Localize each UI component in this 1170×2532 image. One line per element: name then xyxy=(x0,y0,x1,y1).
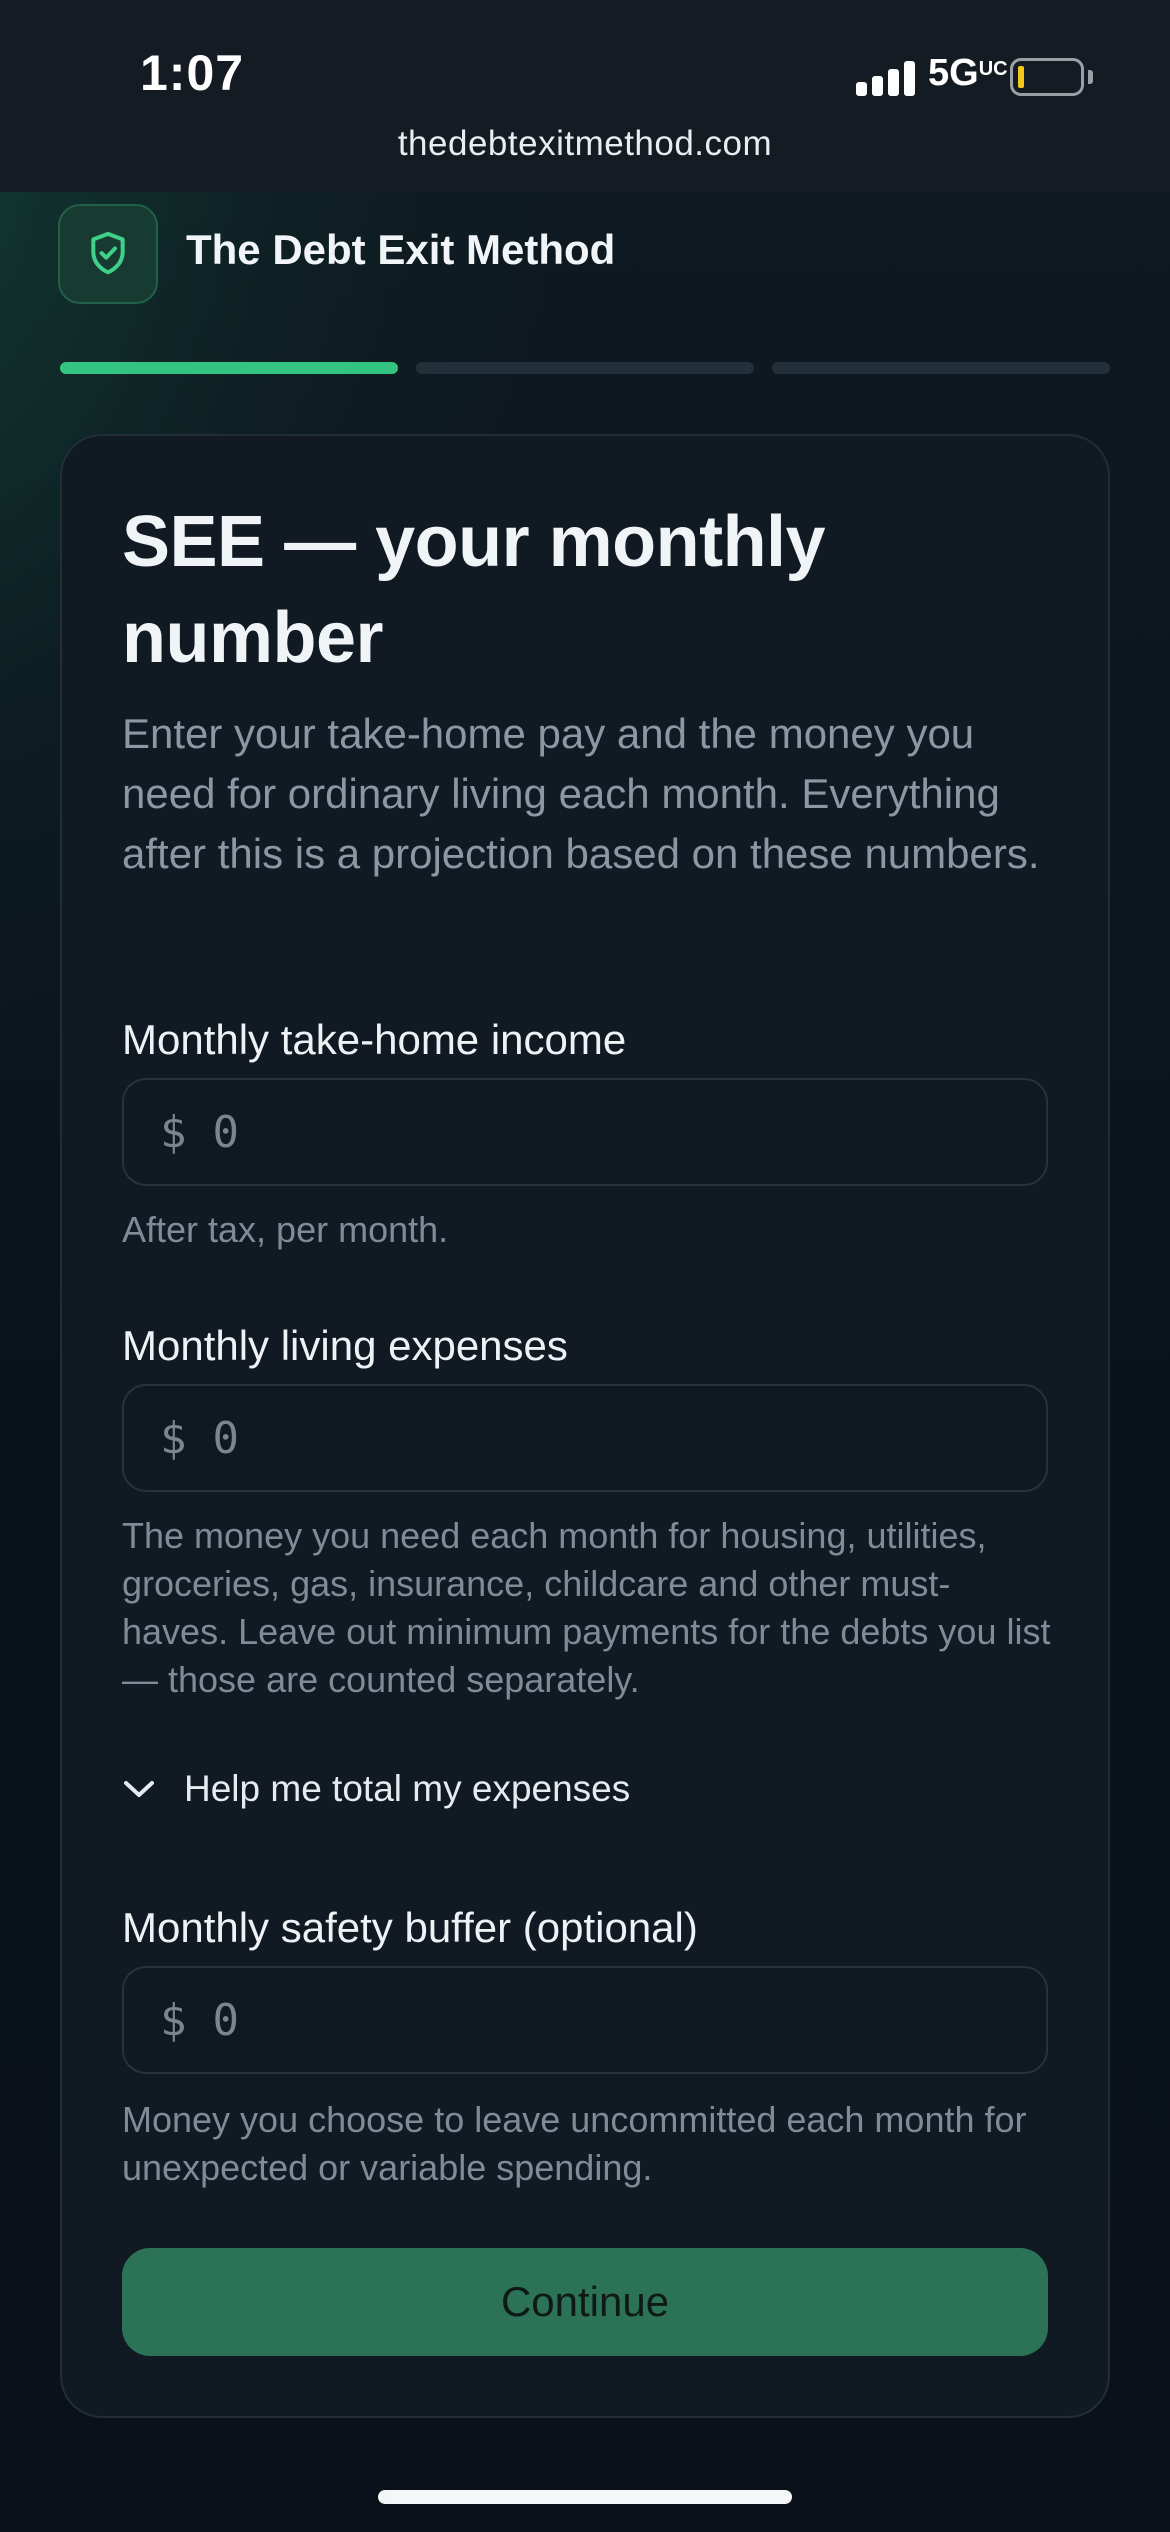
income-field[interactable]: $ xyxy=(122,1078,1048,1186)
income-input[interactable] xyxy=(212,1106,973,1158)
expenses-input[interactable] xyxy=(212,1412,973,1464)
signal-icon xyxy=(856,60,916,96)
income-label: Monthly take-home income xyxy=(122,1016,627,1063)
status-time: 1:07 xyxy=(140,45,245,101)
expenses-helper-label: Help me total my expenses xyxy=(184,1768,631,1809)
shield-check-icon xyxy=(91,231,125,275)
income-help: After tax, per month. xyxy=(122,1209,449,1250)
page-title: SEE — your monthly number xyxy=(122,502,826,678)
page: 1:07 5GUC thedebtexitmethod.com The Debt… xyxy=(0,0,1170,2532)
status-bar: 1:07 5GUC thedebtexitmethod.com xyxy=(0,0,1170,192)
battery-cap xyxy=(1088,70,1093,84)
expenses-helper-toggle[interactable]: Help me total my expenses xyxy=(122,1764,630,1814)
intro-text: Enter your take-home pay and the money y… xyxy=(122,710,1040,877)
expenses-help: The money you need each month for housin… xyxy=(122,1515,1051,1700)
home-indicator[interactable] xyxy=(378,2490,792,2504)
network-label: 5GUC xyxy=(928,52,1008,94)
currency-prefix: $ xyxy=(160,1994,187,2046)
logo xyxy=(58,204,158,304)
buffer-label: Monthly safety buffer (optional) xyxy=(122,1904,698,1951)
chevron-down-icon xyxy=(124,1781,154,1797)
progress-step-1 xyxy=(60,362,398,374)
continue-button[interactable]: Continue xyxy=(122,2248,1048,2356)
expenses-label: Monthly living expenses xyxy=(122,1322,568,1369)
url-bar[interactable]: thedebtexitmethod.com xyxy=(0,124,1170,164)
battery-icon xyxy=(1010,58,1084,96)
expenses-field[interactable]: $ xyxy=(122,1384,1048,1492)
currency-prefix: $ xyxy=(160,1106,187,1158)
brand-name: The Debt Exit Method xyxy=(186,226,616,273)
buffer-help: Money you choose to leave uncommitted ea… xyxy=(122,2099,1027,2188)
buffer-field[interactable]: $ xyxy=(122,1966,1048,2074)
currency-prefix: $ xyxy=(160,1412,187,1464)
progress-step-2 xyxy=(416,362,754,374)
progress-step-3 xyxy=(772,362,1110,374)
buffer-input[interactable] xyxy=(212,1994,973,2046)
